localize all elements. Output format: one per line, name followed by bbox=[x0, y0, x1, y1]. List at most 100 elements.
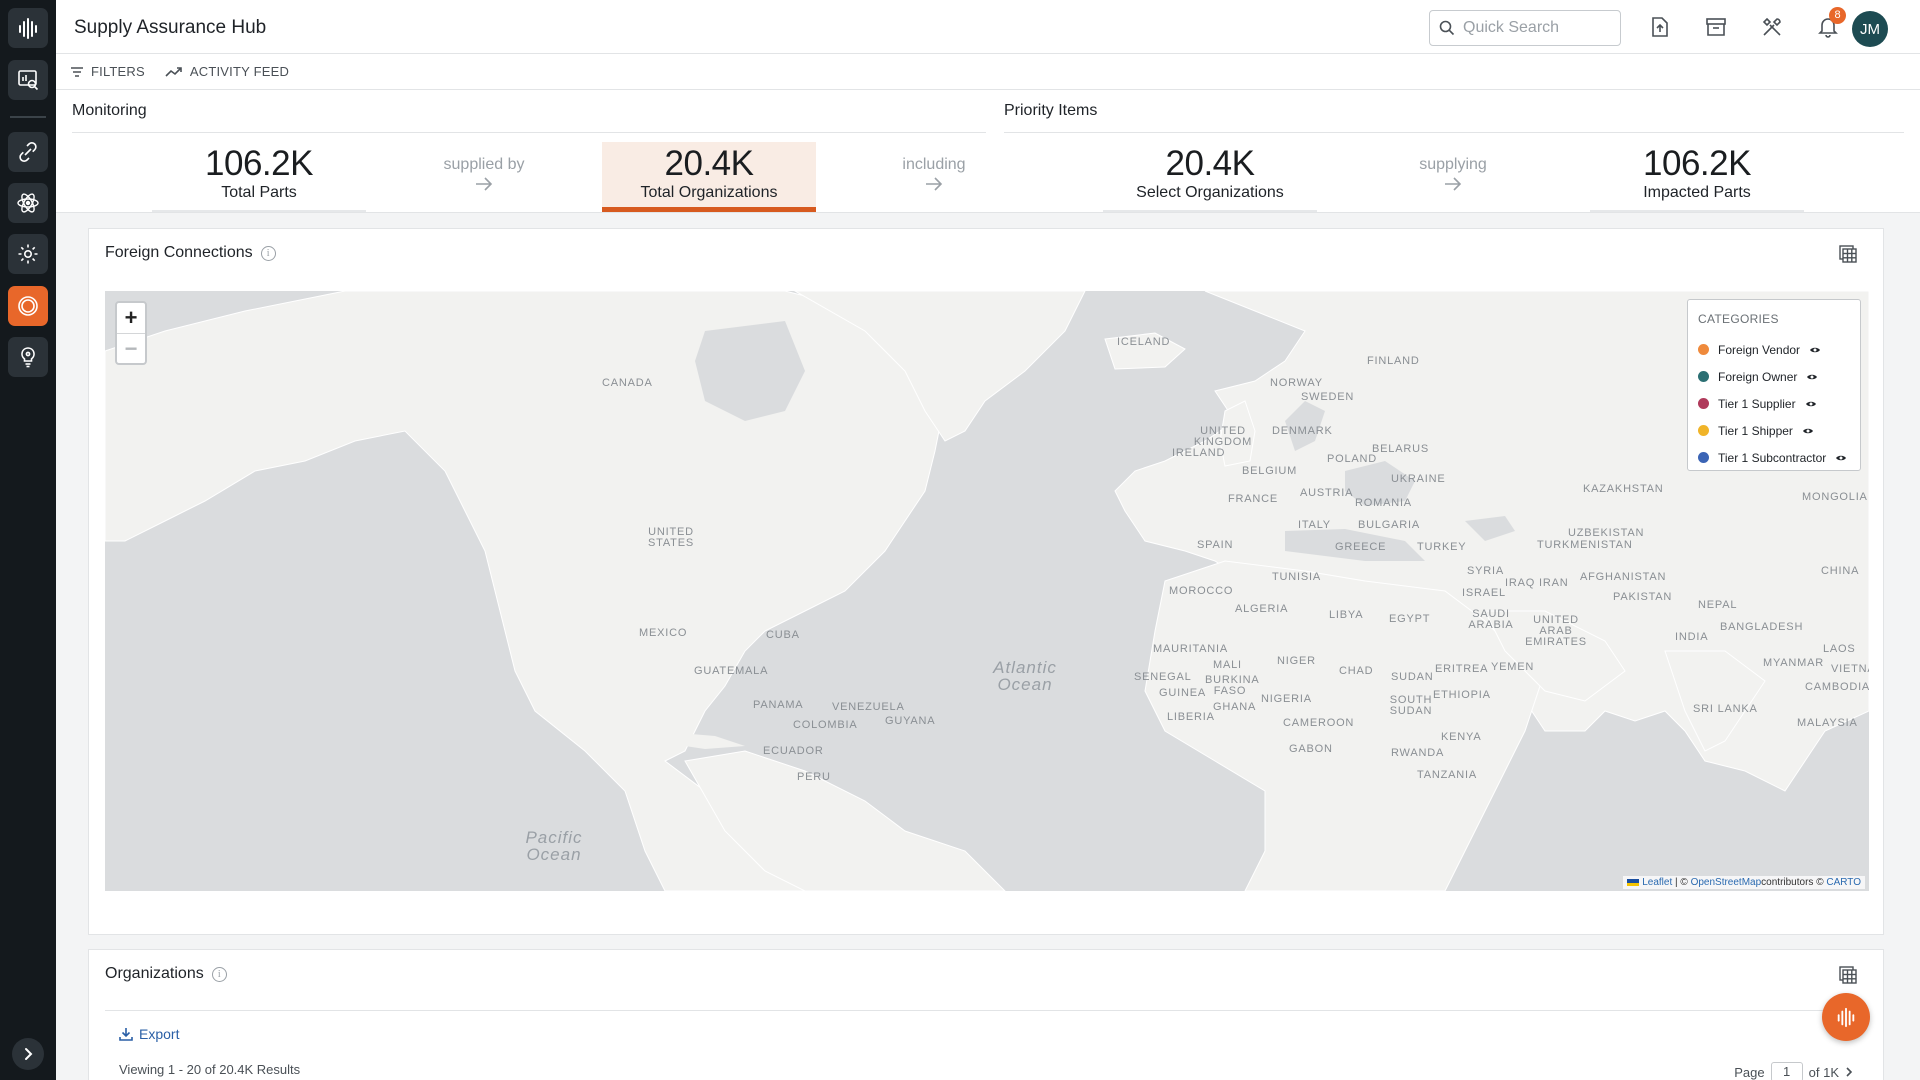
next-page-icon[interactable] bbox=[1845, 1067, 1853, 1077]
map-label-tunisia: TUNISIA bbox=[1272, 571, 1321, 583]
zoom-out-button[interactable]: − bbox=[117, 333, 145, 363]
map-label-denmark: DENMARK bbox=[1272, 425, 1333, 437]
stat-select-organizations[interactable]: 20.4K Select Organizations bbox=[1103, 142, 1317, 212]
export-label: Export bbox=[139, 1026, 180, 1042]
page-number-input[interactable]: 1 bbox=[1770, 1062, 1803, 1080]
upload-file-icon[interactable] bbox=[1647, 14, 1673, 40]
carto-link[interactable]: CARTO bbox=[1826, 877, 1861, 888]
map-landmass bbox=[105, 291, 1869, 891]
map-label-iceland: ICELAND bbox=[1117, 336, 1171, 348]
map-label-mauritania: MAURITANIA bbox=[1153, 643, 1229, 655]
legend-color-dot bbox=[1698, 452, 1709, 463]
zoom-in-button[interactable]: + bbox=[117, 303, 145, 333]
map-label-atlantic-ocean: Atlantic Ocean bbox=[993, 658, 1057, 694]
visibility-eye-icon[interactable] bbox=[1835, 454, 1847, 462]
connector-label: including bbox=[902, 156, 966, 173]
stat-value: 106.2K bbox=[205, 144, 313, 183]
map-label-mexico: MEXICO bbox=[639, 627, 688, 639]
stat-impacted-parts[interactable]: 106.2K Impacted Parts bbox=[1590, 142, 1804, 212]
expand-rail-button[interactable] bbox=[12, 1038, 44, 1070]
legend-item-foreign-owner[interactable]: Foreign Owner bbox=[1698, 363, 1850, 390]
map-label-yemen: YEMEN bbox=[1491, 661, 1535, 673]
pagination: Page 1 of 1K bbox=[1734, 1062, 1853, 1080]
quick-search-box[interactable] bbox=[1429, 10, 1621, 46]
monitoring-label: Monitoring bbox=[72, 102, 147, 119]
map-label-rwanda: RWANDA bbox=[1391, 747, 1445, 759]
leaflet-link[interactable]: Leaflet bbox=[1642, 877, 1672, 888]
priority-divider bbox=[1004, 132, 1904, 133]
arrow-right-icon bbox=[1445, 177, 1462, 191]
tools-icon[interactable] bbox=[1759, 14, 1785, 40]
legend-title: CATEGORIES bbox=[1698, 312, 1779, 326]
map-label-mongolia: MONGOLIA bbox=[1802, 491, 1868, 503]
map-label-nigeria: NIGERIA bbox=[1261, 693, 1312, 705]
map-label-libya: LIBYA bbox=[1329, 609, 1364, 621]
map-label-guinea: GUINEA bbox=[1159, 687, 1206, 699]
atom-icon[interactable] bbox=[8, 183, 48, 223]
download-icon bbox=[119, 1028, 133, 1041]
stat-total-organizations[interactable]: 20.4K Total Organizations bbox=[602, 142, 816, 212]
activity-feed-button[interactable]: ACTIVITY FEED bbox=[165, 64, 289, 79]
table-view-icon[interactable] bbox=[1837, 243, 1859, 265]
map-label-iraq: IRAQ bbox=[1505, 577, 1536, 589]
map-label-liberia: LIBERIA bbox=[1167, 711, 1215, 723]
visibility-eye-icon[interactable] bbox=[1806, 373, 1818, 381]
stat-label: Total Organizations bbox=[640, 184, 778, 201]
legend-item-tier-1-subcontractor[interactable]: Tier 1 Subcontractor bbox=[1698, 444, 1850, 471]
settings-gear-icon[interactable] bbox=[8, 234, 48, 274]
map-label-saudi-arabia: SAUDI ARABIA bbox=[1468, 608, 1514, 631]
rail-divider bbox=[10, 116, 46, 118]
quick-search-input[interactable] bbox=[1463, 19, 1613, 37]
map-label-vietnam: VIETNAM bbox=[1831, 663, 1869, 675]
export-button[interactable]: Export bbox=[119, 1026, 179, 1042]
map-label-austria: AUSTRIA bbox=[1300, 487, 1354, 499]
info-icon[interactable]: i bbox=[211, 966, 227, 982]
map-label-poland: POLAND bbox=[1327, 453, 1378, 465]
visibility-eye-icon[interactable] bbox=[1805, 400, 1817, 408]
main-content: Foreign Connections i CANADA ICELAND FIN… bbox=[56, 213, 1920, 1080]
app-logo-icon[interactable] bbox=[8, 8, 48, 48]
map-label-turkmenistan: TURKMENISTAN bbox=[1537, 539, 1633, 551]
assistant-fab-button[interactable] bbox=[1822, 993, 1870, 1041]
dashboard-search-icon[interactable] bbox=[8, 60, 48, 100]
link-icon[interactable] bbox=[8, 132, 48, 172]
map-label-cameroon: CAMEROON bbox=[1283, 717, 1355, 729]
map-label-kazakhstan: KAZAKHSTAN bbox=[1583, 483, 1664, 495]
map-label-uae: UNITED ARAB EMIRATES bbox=[1525, 614, 1587, 648]
connector-including: including bbox=[869, 156, 999, 192]
info-icon[interactable]: i bbox=[260, 245, 276, 261]
stat-value: 106.2K bbox=[1643, 144, 1751, 183]
archive-box-icon[interactable] bbox=[1703, 14, 1729, 40]
map-label-guatemala: GUATEMALA bbox=[694, 665, 769, 677]
map-label-guyana: GUYANA bbox=[885, 715, 936, 727]
stat-total-parts[interactable]: 106.2K Total Parts bbox=[152, 142, 366, 212]
stat-value: 20.4K bbox=[664, 144, 754, 183]
map-label-kenya: KENYA bbox=[1441, 731, 1482, 743]
legend-item-foreign-vendor[interactable]: Foreign Vendor bbox=[1698, 336, 1850, 363]
visibility-eye-icon[interactable] bbox=[1802, 427, 1814, 435]
map-label-myanmar: MYANMAR bbox=[1763, 657, 1825, 669]
map-label-malaysia: MALAYSIA bbox=[1797, 717, 1858, 729]
map-label-ecuador: ECUADOR bbox=[763, 745, 824, 757]
table-view-icon[interactable] bbox=[1837, 964, 1859, 986]
map-label-india: INDIA bbox=[1675, 631, 1709, 643]
lightbulb-icon[interactable] bbox=[8, 337, 48, 377]
legend-color-dot bbox=[1698, 371, 1709, 382]
legend-item-tier-1-shipper[interactable]: Tier 1 Shipper bbox=[1698, 417, 1850, 444]
map-label-algeria: ALGERIA bbox=[1235, 603, 1289, 615]
map-label-bangladesh: BANGLADESH bbox=[1720, 621, 1804, 633]
user-avatar[interactable]: JM bbox=[1852, 11, 1888, 47]
monitoring-divider bbox=[72, 132, 986, 133]
attribution-contributors: contributors © bbox=[1761, 877, 1824, 888]
legend-item-tier-1-supplier[interactable]: Tier 1 Supplier bbox=[1698, 390, 1850, 417]
openstreetmap-link[interactable]: OpenStreetMap bbox=[1691, 877, 1762, 888]
world-map[interactable]: CANADA ICELAND FINLAND NORWAY SWEDEN UNI… bbox=[105, 291, 1869, 891]
visibility-eye-icon[interactable] bbox=[1809, 346, 1821, 354]
foreign-connections-card: Foreign Connections i CANADA ICELAND FIN… bbox=[88, 228, 1884, 935]
assurance-ring-icon[interactable] bbox=[8, 286, 48, 326]
top-header: Supply Assurance Hub 8 JM bbox=[56, 0, 1920, 54]
filters-button[interactable]: FILTERS bbox=[70, 64, 145, 79]
notifications-bell-icon[interactable]: 8 bbox=[1815, 7, 1846, 40]
connector-label: supplied by bbox=[443, 156, 525, 173]
map-label-uzbekistan: UZBEKISTAN bbox=[1568, 527, 1645, 539]
